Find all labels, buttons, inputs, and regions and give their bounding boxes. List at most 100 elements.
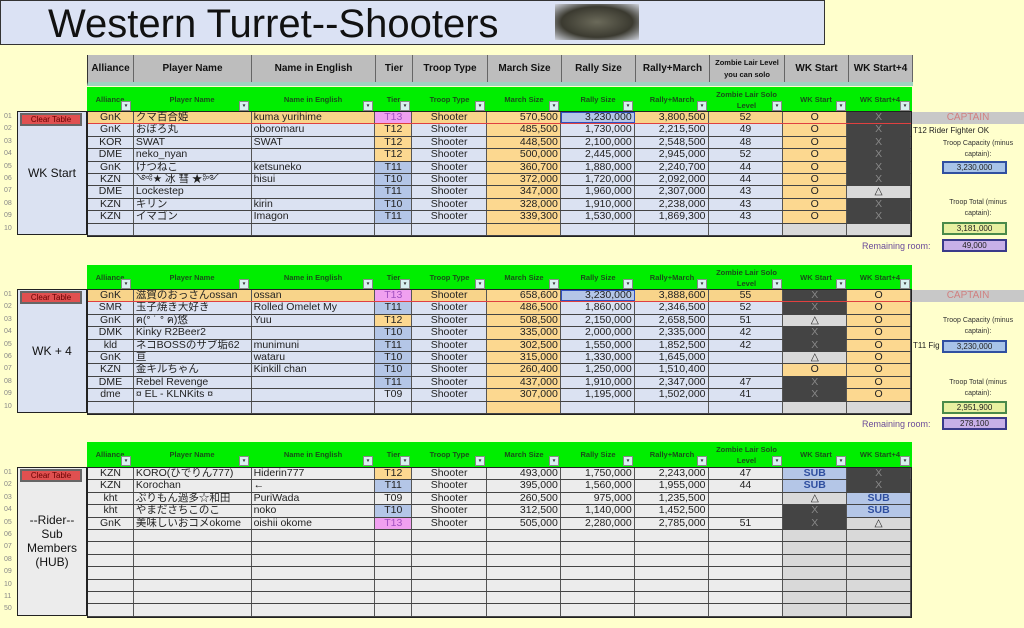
cell-alliance[interactable]: KZN — [88, 468, 134, 480]
filter-dropdown-icon[interactable]: ▾ — [623, 101, 633, 111]
cell-tier[interactable]: T12 — [375, 124, 413, 136]
cell-rally-march[interactable]: 1,510,400 — [634, 364, 709, 376]
cell-zombie-level[interactable]: 43 — [708, 211, 784, 223]
filter-header-player-name[interactable]: Player Name ▾ — [133, 442, 251, 467]
cell-tier[interactable]: T13 — [375, 112, 413, 124]
cell-tier[interactable] — [375, 542, 413, 554]
cell-player-name[interactable] — [133, 579, 252, 591]
cell-english-name[interactable] — [251, 376, 376, 389]
cell-zombie-level[interactable]: 44 — [708, 161, 784, 173]
filter-dropdown-icon[interactable]: ▾ — [239, 279, 249, 289]
cell-wk-start-4[interactable]: X — [847, 112, 911, 124]
cell-wk-start[interactable]: X — [783, 389, 848, 401]
filter-header-player-name[interactable]: Player Name ▾ — [133, 265, 251, 290]
cell-wk-start-4[interactable]: O — [847, 376, 911, 389]
filter-header-rally-march[interactable]: Rally+March ▾ — [635, 442, 709, 467]
cell-troop-type[interactable] — [412, 591, 488, 604]
cell-march-size[interactable]: 493,000 — [487, 468, 561, 480]
cell-rally-march[interactable]: 1,955,000 — [634, 480, 709, 492]
filter-header-zombie-level[interactable]: Zombie Lair Solo Level ▾ — [709, 87, 784, 112]
cell-zombie-level[interactable]: 51 — [708, 517, 784, 529]
cell-rally-size[interactable]: 2,150,000 — [560, 314, 635, 327]
filter-header-march-size[interactable]: March Size ▾ — [487, 265, 561, 290]
cell-player-name[interactable]: キリン — [133, 198, 252, 211]
filter-header-player-name[interactable]: Player Name ▾ — [133, 87, 251, 112]
cell-wk-start[interactable]: O — [783, 136, 848, 149]
cell-troop-type[interactable]: Shooter — [412, 290, 488, 302]
cell-zombie-level[interactable]: 52 — [708, 112, 784, 124]
cell-zombie-level[interactable] — [708, 401, 784, 413]
filter-header-wk-start[interactable]: WK Start ▾ — [784, 442, 848, 467]
cell-player-name[interactable]: イマゴン — [133, 211, 252, 223]
cell-tier[interactable]: T12 — [375, 149, 413, 161]
cell-rally-size[interactable]: 1,750,000 — [560, 468, 635, 480]
cell-rally-size[interactable]: 2,445,000 — [560, 149, 635, 161]
cell-zombie-level[interactable] — [708, 364, 784, 376]
cell-rally-march[interactable] — [634, 604, 709, 616]
cell-march-size[interactable] — [487, 554, 561, 567]
cell-alliance[interactable]: KZN — [88, 211, 134, 223]
cell-troop-type[interactable]: Shooter — [412, 339, 488, 351]
cell-tier[interactable]: T10 — [375, 351, 413, 364]
cell-wk-start-4[interactable] — [847, 604, 911, 616]
cell-march-size[interactable]: 570,500 — [487, 112, 561, 124]
filter-dropdown-icon[interactable]: ▾ — [121, 279, 131, 289]
cell-english-name[interactable]: ← — [251, 480, 376, 492]
cell-player-name[interactable] — [133, 401, 252, 413]
cell-troop-type[interactable] — [412, 529, 488, 542]
cell-tier[interactable]: T11 — [375, 211, 413, 223]
filter-header-troop-type[interactable]: Troop Type ▾ — [412, 442, 487, 467]
filter-header-rally-march[interactable]: Rally+March ▾ — [635, 265, 709, 290]
filter-header-alliance[interactable]: Alliance ▾ — [87, 87, 133, 112]
cell-english-name[interactable]: Hiderin777 — [251, 468, 376, 480]
cell-wk-start[interactable]: O — [783, 198, 848, 211]
cell-english-name[interactable]: munimuni — [251, 339, 376, 351]
cell-player-name[interactable]: KORO(ひでりん777) — [133, 468, 252, 480]
cell-alliance[interactable] — [88, 542, 134, 554]
filter-dropdown-icon[interactable]: ▾ — [900, 456, 910, 466]
filter-dropdown-icon[interactable]: ▾ — [697, 456, 707, 466]
cell-zombie-level[interactable]: 44 — [708, 480, 784, 492]
cell-march-size[interactable]: 500,000 — [487, 149, 561, 161]
cell-wk-start[interactable]: O — [783, 112, 848, 124]
cell-zombie-level[interactable]: 47 — [708, 468, 784, 480]
cell-player-name[interactable]: おぼろ丸 — [133, 124, 252, 136]
cell-tier[interactable] — [375, 591, 413, 604]
cell-player-name[interactable]: けつねこ — [133, 161, 252, 173]
cell-player-name[interactable]: Lockestep — [133, 186, 252, 198]
filter-header-wk-start-4[interactable]: WK Start+4 ▾ — [848, 442, 912, 467]
cell-player-name[interactable]: Rebel Revenge — [133, 376, 252, 389]
cell-tier[interactable]: T10 — [375, 505, 413, 517]
cell-tier[interactable]: T09 — [375, 492, 413, 505]
filter-dropdown-icon[interactable]: ▾ — [549, 456, 559, 466]
cell-english-name[interactable] — [251, 327, 376, 339]
cell-march-size[interactable] — [487, 542, 561, 554]
filter-header-rally-size[interactable]: Rally Size ▾ — [561, 442, 635, 467]
cell-march-size[interactable]: 302,500 — [487, 339, 561, 351]
filter-dropdown-icon[interactable]: ▾ — [475, 456, 485, 466]
cell-zombie-level[interactable]: 43 — [708, 186, 784, 198]
cell-alliance[interactable] — [88, 529, 134, 542]
filter-dropdown-icon[interactable]: ▾ — [363, 101, 373, 111]
cell-march-size[interactable]: 485,500 — [487, 124, 561, 136]
cell-zombie-level[interactable] — [708, 579, 784, 591]
cell-wk-start-4[interactable]: X — [847, 198, 911, 211]
cell-alliance[interactable]: KOR — [88, 136, 134, 149]
cell-wk-start[interactable]: SUB — [783, 468, 848, 480]
cell-english-name[interactable]: PuriWada — [251, 492, 376, 505]
filter-header-tier[interactable]: Tier ▾ — [375, 265, 412, 290]
filter-header-rally-size[interactable]: Rally Size ▾ — [561, 87, 635, 112]
cell-rally-march[interactable]: 2,240,700 — [634, 161, 709, 173]
cell-zombie-level[interactable] — [708, 542, 784, 554]
cell-march-size[interactable]: 260,400 — [487, 364, 561, 376]
cell-troop-type[interactable]: Shooter — [412, 314, 488, 327]
cell-rally-march[interactable] — [634, 529, 709, 542]
cell-troop-type[interactable] — [412, 223, 488, 235]
cell-wk-start-4[interactable]: X — [847, 136, 911, 149]
cell-rally-march[interactable] — [634, 554, 709, 567]
cell-rally-march[interactable]: 1,645,000 — [634, 351, 709, 364]
cell-alliance[interactable]: KZN — [88, 198, 134, 211]
cell-zombie-level[interactable] — [708, 529, 784, 542]
filter-header-troop-type[interactable]: Troop Type ▾ — [412, 87, 487, 112]
cell-troop-type[interactable] — [412, 542, 488, 554]
